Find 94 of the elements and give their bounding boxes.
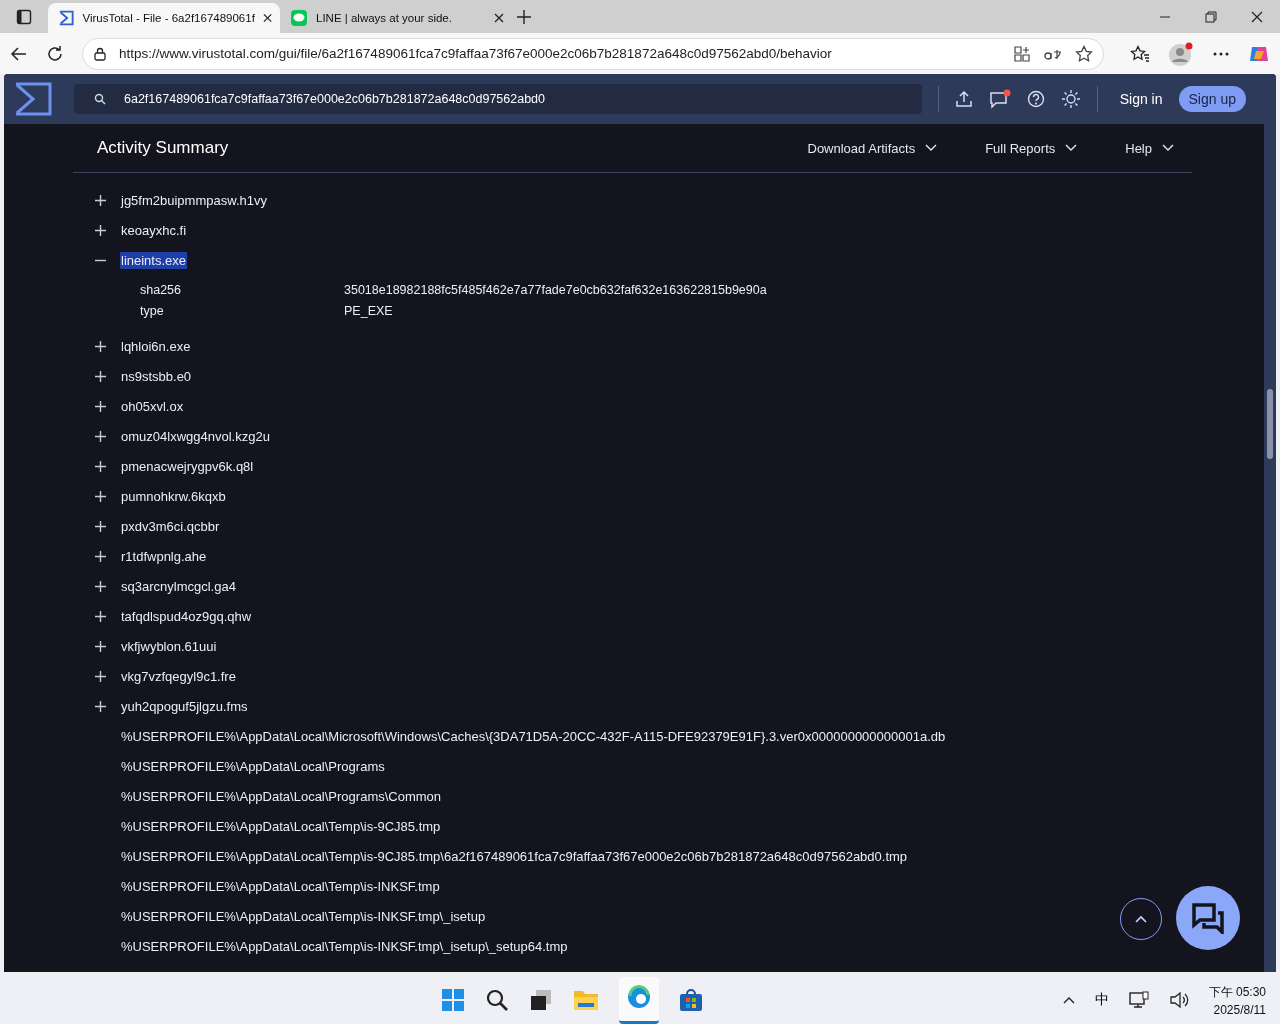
close-icon[interactable] xyxy=(494,13,504,23)
expand-icon[interactable] xyxy=(95,194,106,206)
tree-item[interactable]: pxdv3m6ci.qcbbr xyxy=(120,517,221,535)
expand-icon[interactable] xyxy=(95,700,106,712)
file-path: %USERPROFILE%\AppData\Local\Temp\is-9CJ85.tmp\6a2f167489061fca7c9faffaa73f67e000e2c06b7b281872a648c0d97562abd0.tmp xyxy=(120,847,909,865)
volume-icon[interactable] xyxy=(1168,991,1189,1009)
date: 2025/8/11 xyxy=(1213,1002,1266,1017)
chevron-up-icon xyxy=(1135,915,1147,923)
chevron-down-icon xyxy=(1065,144,1078,152)
file-path: %USERPROFILE%\AppData\Local\Microsoft\Windows\Caches\{3DA71D5A-20CC-432F-A115-DFE92379E91F}.3.ver0x000000000000001a.db xyxy=(120,727,947,745)
expand-icon[interactable] xyxy=(95,430,106,442)
close-icon[interactable] xyxy=(1251,11,1263,23)
file-path: %USERPROFILE%\AppData\Local\Programs xyxy=(120,757,386,775)
tree-item[interactable]: sq3arcnylmcgcl.ga4 xyxy=(120,577,237,595)
back-icon[interactable] xyxy=(10,44,28,63)
refresh-icon[interactable] xyxy=(46,44,64,63)
tree-item[interactable]: oh05xvl.ox xyxy=(120,397,185,415)
dropdown-menu[interactable]: Download Artifacts xyxy=(807,140,956,156)
help-icon[interactable] xyxy=(1026,90,1045,108)
sign-in-link[interactable]: Sign in xyxy=(1119,91,1163,107)
tree-item[interactable]: omuz04lxwgg4nvol.kzg2u xyxy=(120,427,271,445)
tree-item[interactable]: lqhloi6n.exe xyxy=(120,337,192,355)
property-name: type xyxy=(140,303,165,318)
expand-icon[interactable] xyxy=(95,610,106,622)
tree-item[interactable]: vkfjwyblon.61uui xyxy=(120,637,218,655)
file-path: %USERPROFILE%\AppData\Local\Temp\is-INKSF.tmp xyxy=(120,877,441,895)
chevron-down-icon xyxy=(1162,144,1174,152)
expand-icon[interactable] xyxy=(95,224,106,236)
tree-item[interactable]: r1tdfwpnlg.ahe xyxy=(120,547,208,565)
browser-tab[interactable]: LINE | always at your side. xyxy=(280,3,512,33)
store-icon[interactable] xyxy=(678,988,703,1012)
expand-icon[interactable] xyxy=(95,580,106,592)
expand-icon[interactable] xyxy=(95,520,106,532)
chat-notification-icon[interactable] xyxy=(988,89,1011,109)
search-field[interactable]: 6a2f167489061fca7c9faffaa73f67e000e2c06b7b281872a648c0d97562abd0 xyxy=(74,84,922,114)
start-icon[interactable] xyxy=(440,988,465,1012)
favorites-icon[interactable] xyxy=(1130,44,1150,63)
apps-icon[interactable] xyxy=(1013,44,1031,63)
more-icon[interactable] xyxy=(1212,50,1230,57)
search-icon xyxy=(94,93,106,105)
tree-item[interactable]: yuh2qpoguf5jlgzu.fms xyxy=(120,697,249,715)
address-field[interactable]: https://www.virustotal.com/gui/file/6a2f167489061fca7c9faffaa73f67e000e2c06b7b281872a648c0d97562abd0/behavior xyxy=(82,37,1104,70)
chat-logo-icon xyxy=(290,9,308,27)
upload-icon[interactable] xyxy=(954,90,973,108)
restore-icon[interactable] xyxy=(1205,11,1217,23)
expand-icon[interactable] xyxy=(95,670,106,682)
time: 下午 05:30 xyxy=(1208,983,1266,1001)
section-title: Activity Summary xyxy=(97,138,229,158)
chevron-up-icon[interactable] xyxy=(1062,996,1075,1004)
lock-icon xyxy=(93,46,107,61)
tree-item[interactable]: pmenacwejrygpv6k.q8l xyxy=(120,457,255,475)
star-icon[interactable] xyxy=(1075,44,1093,63)
tree-item[interactable]: vkg7vzfqegyl9c1.fre xyxy=(120,667,237,685)
network-icon[interactable] xyxy=(1128,991,1149,1009)
expand-icon[interactable] xyxy=(95,640,106,652)
file-path: %USERPROFILE%\AppData\Local\Temp\is-INKSF.tmp\_isetup\_setup64.tmp xyxy=(120,937,569,955)
close-icon[interactable] xyxy=(262,13,272,23)
expand-icon[interactable] xyxy=(95,490,106,502)
browser-icon xyxy=(625,983,652,1010)
clock[interactable]: 下午 05:30 2025/8/11 xyxy=(1208,983,1266,1017)
expand-icon[interactable] xyxy=(95,340,106,352)
expand-icon[interactable] xyxy=(95,550,106,562)
tree-item[interactable]: jg5fm2buipmmpasw.h1vy xyxy=(120,191,268,209)
tree-item[interactable]: lineints.exe xyxy=(120,251,188,269)
expand-icon[interactable] xyxy=(95,370,106,382)
task-view-icon[interactable] xyxy=(528,988,553,1012)
new-tab-icon[interactable] xyxy=(516,9,532,25)
tree-item[interactable]: pumnohkrw.6kqxb xyxy=(120,487,227,505)
input-method-indicator[interactable]: 中 xyxy=(1094,991,1109,1009)
dropdown-menu[interactable]: Full Reports xyxy=(985,140,1096,156)
browser-tab[interactable]: VirusTotal - File - 6a2f167489061f xyxy=(48,3,280,33)
property-name: sha256 xyxy=(140,282,182,297)
file-path: %USERPROFILE%\AppData\Local\Temp\is-INKSF.tmp\_isetup xyxy=(120,907,487,925)
expand-icon[interactable] xyxy=(95,460,106,472)
taskbar-app[interactable] xyxy=(618,976,659,1024)
chevron-down-icon xyxy=(925,144,938,152)
profile-avatar-icon[interactable] xyxy=(1168,40,1194,67)
tab-actions-icon[interactable] xyxy=(16,9,32,25)
sign-up-button[interactable]: Sign up xyxy=(1178,86,1246,112)
tree-item[interactable]: ns9stsbb.e0 xyxy=(120,367,193,385)
tree-item[interactable]: tafqdlspud4oz9gq.qhw xyxy=(120,607,253,625)
tree-item[interactable]: keoayxhc.fi xyxy=(120,221,188,239)
chat-icon xyxy=(1191,902,1225,934)
dropdown-menu[interactable]: Help xyxy=(1125,140,1192,156)
folder-icon[interactable] xyxy=(572,988,599,1012)
sigma-logo-icon xyxy=(58,9,75,27)
sigma-logo-icon[interactable] xyxy=(14,82,52,116)
search-icon[interactable] xyxy=(484,988,509,1012)
property-value: 35018e18982188fc5f485f462e7a77fade7e0cb632faf632e163622815b9e90a xyxy=(344,282,767,297)
file-path: %USERPROFILE%\AppData\Local\Temp\is-9CJ85.tmp xyxy=(120,817,442,835)
property-value: PE_EXE xyxy=(344,303,393,318)
file-path: %USERPROFILE%\AppData\Local\Programs\Common xyxy=(120,787,443,805)
expand-icon[interactable] xyxy=(95,400,106,412)
theme-sun-icon[interactable] xyxy=(1060,89,1081,109)
